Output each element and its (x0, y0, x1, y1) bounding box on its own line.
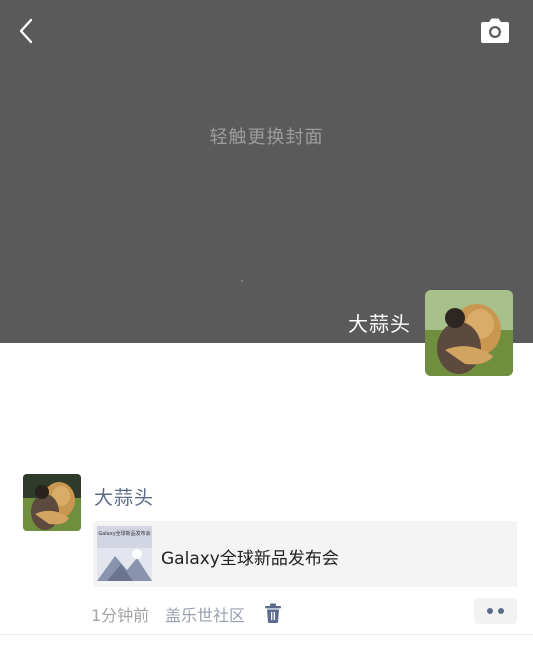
profile-name[interactable]: 大蒜头 (348, 308, 411, 337)
more-dots-icon (498, 608, 504, 614)
back-button[interactable] (12, 16, 42, 46)
event-poster-image: Galaxy全球新品发布会 (97, 526, 152, 581)
shared-link-thumbnail: Galaxy全球新品发布会 (97, 526, 152, 581)
post-location[interactable]: 盖乐世社区 (165, 602, 245, 626)
camera-button[interactable] (478, 16, 512, 46)
cover-dot (241, 280, 243, 282)
camera-icon (481, 18, 509, 43)
more-dots-icon (487, 608, 493, 614)
lion-hug-photo (23, 474, 81, 531)
trash-icon (265, 603, 281, 623)
thumbnail-caption: Galaxy全球新品发布会 (98, 530, 150, 537)
lion-hug-photo (425, 290, 513, 376)
profile-avatar[interactable] (425, 290, 513, 376)
more-options-button[interactable] (474, 598, 517, 624)
moments-screen: 轻触更换封面 大蒜头 大蒜头 Galaxy全球新品发布会 Galaxy全球新品发… (0, 0, 533, 650)
delete-post-button[interactable] (263, 602, 283, 624)
cover-hint-text[interactable]: 轻触更换封面 (0, 123, 533, 149)
shared-link-title: Galaxy全球新品发布会 (161, 549, 339, 569)
post-author-name[interactable]: 大蒜头 (94, 483, 154, 510)
post-divider (0, 634, 533, 635)
shared-link-card[interactable]: Galaxy全球新品发布会 Galaxy全球新品发布会 (93, 521, 517, 587)
chevron-left-icon (19, 18, 33, 44)
post-author-avatar[interactable] (23, 474, 81, 531)
post-timestamp: 1分钟前 (91, 606, 150, 625)
